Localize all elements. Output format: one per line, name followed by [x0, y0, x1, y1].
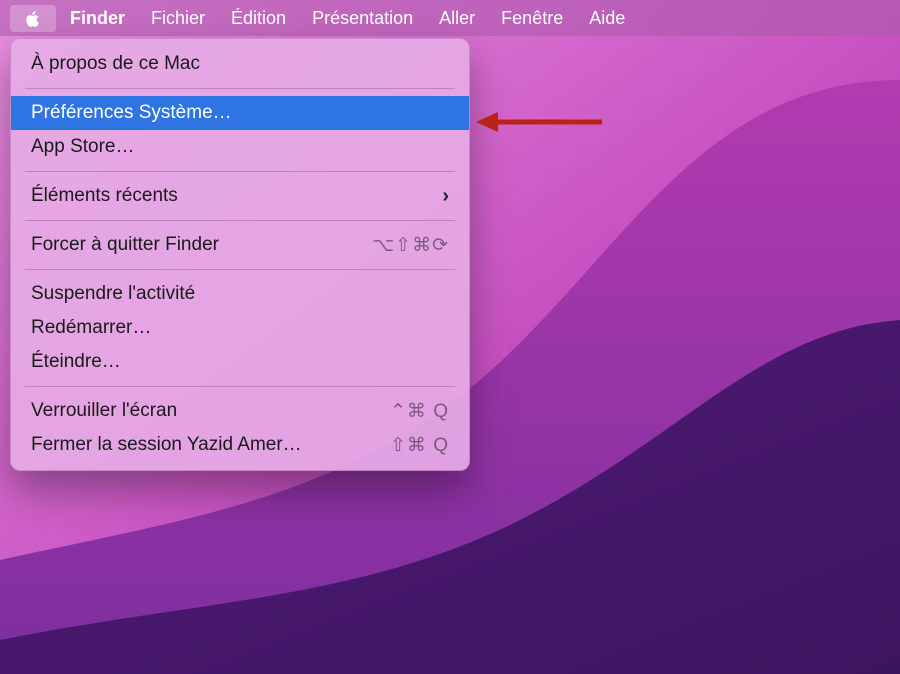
apple-icon	[23, 9, 43, 29]
menubar-item-aller[interactable]: Aller	[427, 4, 487, 32]
keyboard-shortcut: ⌃⌘ Q	[390, 400, 449, 423]
menu-separator	[25, 88, 455, 89]
keyboard-shortcut: ⇧⌘ Q	[390, 434, 449, 457]
menu-item-label: Verrouiller l'écran	[31, 400, 390, 422]
menu-item-label: App Store…	[31, 136, 449, 158]
menu-item-label: À propos de ce Mac	[31, 53, 449, 75]
menubar-item-presentation[interactable]: Présentation	[300, 4, 425, 32]
menu-separator	[25, 171, 455, 172]
menu-item-label: Fermer la session Yazid Amer…	[31, 434, 390, 456]
menubar-item-fenetre[interactable]: Fenêtre	[489, 4, 575, 32]
menu-bar: Finder Fichier Édition Présentation Alle…	[0, 0, 900, 36]
menu-separator	[25, 269, 455, 270]
menu-item-label: Préférences Système…	[31, 102, 449, 124]
menu-item-shutdown[interactable]: Éteindre…	[11, 345, 469, 379]
menu-item-recents[interactable]: Éléments récents ›	[11, 179, 469, 213]
menu-separator	[25, 386, 455, 387]
menu-item-lock-screen[interactable]: Verrouiller l'écran ⌃⌘ Q	[11, 394, 469, 428]
menubar-app-name[interactable]: Finder	[58, 4, 137, 32]
menu-item-logout[interactable]: Fermer la session Yazid Amer… ⇧⌘ Q	[11, 428, 469, 462]
menu-item-label: Suspendre l'activité	[31, 283, 449, 305]
menu-separator	[25, 220, 455, 221]
menubar-item-aide[interactable]: Aide	[577, 4, 637, 32]
menu-item-app-store[interactable]: App Store…	[11, 130, 469, 164]
menu-item-restart[interactable]: Redémarrer…	[11, 311, 469, 345]
menu-item-label: Éléments récents	[31, 185, 442, 207]
menu-item-label: Forcer à quitter Finder	[31, 234, 372, 256]
menu-item-about[interactable]: À propos de ce Mac	[11, 47, 469, 81]
menu-item-system-preferences[interactable]: Préférences Système…	[11, 96, 469, 130]
chevron-right-icon: ›	[442, 185, 449, 208]
menu-item-force-quit[interactable]: Forcer à quitter Finder ⌥⇧⌘⟳	[11, 228, 469, 262]
menubar-item-fichier[interactable]: Fichier	[139, 4, 217, 32]
apple-menu-dropdown: À propos de ce Mac Préférences Système… …	[10, 38, 470, 471]
menu-item-sleep[interactable]: Suspendre l'activité	[11, 277, 469, 311]
annotation-arrow	[476, 106, 606, 138]
menu-item-label: Éteindre…	[31, 351, 449, 373]
menubar-item-edition[interactable]: Édition	[219, 4, 298, 32]
apple-menu-button[interactable]	[10, 5, 56, 32]
menu-item-label: Redémarrer…	[31, 317, 449, 339]
keyboard-shortcut: ⌥⇧⌘⟳	[372, 234, 449, 257]
